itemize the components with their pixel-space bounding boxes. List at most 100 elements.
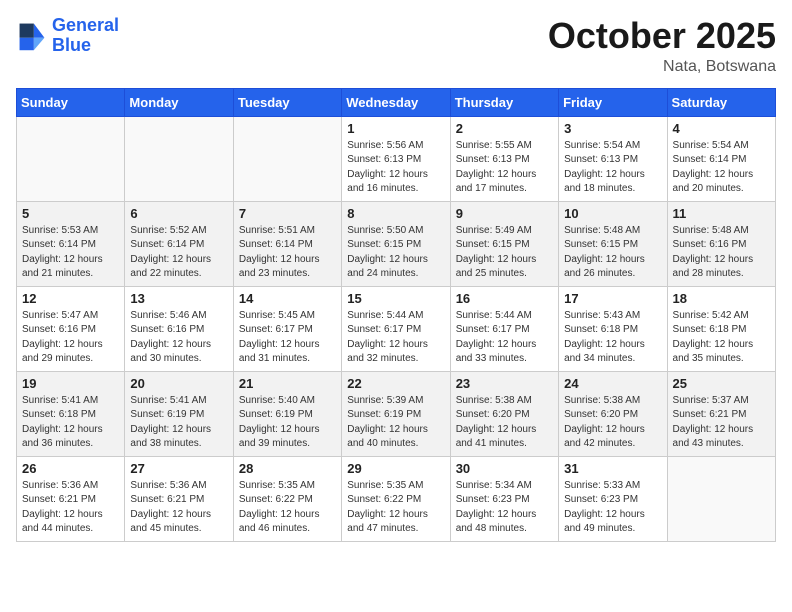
day-info: Sunrise: 5:53 AM Sunset: 6:14 PM Dayligh…: [22, 224, 119, 282]
day-number: 22: [347, 376, 444, 391]
weekday-header-monday: Monday: [125, 88, 233, 116]
day-number: 18: [673, 291, 770, 306]
calendar-cell: 2 Sunrise: 5:55 AM Sunset: 6:13 PM Daylig…: [450, 116, 558, 201]
calendar-cell: 11 Sunrise: 5:48 AM Sunset: 6:16 PM Dayli…: [667, 201, 775, 286]
day-info: Sunrise: 5:54 AM Sunset: 6:14 PM Dayligh…: [673, 139, 770, 197]
day-info: Sunrise: 5:34 AM Sunset: 6:23 PM Dayligh…: [456, 479, 553, 537]
day-number: 3: [564, 121, 661, 136]
day-info: Sunrise: 5:45 AM Sunset: 6:17 PM Dayligh…: [239, 309, 336, 367]
weekday-header-saturday: Saturday: [667, 88, 775, 116]
calendar-cell: 12Sunrise: 5:47 AM Sunset: 6:16 PM Dayli…: [17, 286, 125, 371]
calendar-cell: 18 Sunrise: 5:42 AM Sunset: 6:18 PM Dayli…: [667, 286, 775, 371]
calendar-week-row: 26 Sunrise: 5:36 AM Sunset: 6:21 PM Dayli…: [17, 456, 776, 541]
calendar-cell: 1Sunrise: 5:56 AM Sunset: 6:13 PM Daylig…: [342, 116, 450, 201]
calendar-week-row: 19 Sunrise: 5:41 AM Sunset: 6:18 PM Dayli…: [17, 371, 776, 456]
day-info: Sunrise: 5:55 AM Sunset: 6:13 PM Dayligh…: [456, 139, 553, 197]
calendar-cell: 30 Sunrise: 5:34 AM Sunset: 6:23 PM Dayli…: [450, 456, 558, 541]
calendar-cell: 19 Sunrise: 5:41 AM Sunset: 6:18 PM Dayli…: [17, 371, 125, 456]
calendar-week-row: 1Sunrise: 5:56 AM Sunset: 6:13 PM Daylig…: [17, 116, 776, 201]
weekday-header-thursday: Thursday: [450, 88, 558, 116]
calendar-cell: [125, 116, 233, 201]
logo-icon: [16, 20, 48, 52]
day-info: Sunrise: 5:46 AM Sunset: 6:16 PM Dayligh…: [130, 309, 227, 367]
calendar-cell: 15 Sunrise: 5:44 AM Sunset: 6:17 PM Dayli…: [342, 286, 450, 371]
title-block: October 2025 Nata, Botswana: [548, 16, 776, 76]
day-info: Sunrise: 5:54 AM Sunset: 6:13 PM Dayligh…: [564, 139, 661, 197]
day-info: Sunrise: 5:41 AM Sunset: 6:18 PM Dayligh…: [22, 394, 119, 452]
day-info: Sunrise: 5:51 AM Sunset: 6:14 PM Dayligh…: [239, 224, 336, 282]
calendar-cell: [233, 116, 341, 201]
day-number: 15: [347, 291, 444, 306]
calendar-cell: 20 Sunrise: 5:41 AM Sunset: 6:19 PM Dayli…: [125, 371, 233, 456]
calendar-cell: 8 Sunrise: 5:50 AM Sunset: 6:15 PM Daylig…: [342, 201, 450, 286]
day-info: Sunrise: 5:35 AM Sunset: 6:22 PM Dayligh…: [347, 479, 444, 537]
calendar-cell: 7 Sunrise: 5:51 AM Sunset: 6:14 PM Daylig…: [233, 201, 341, 286]
weekday-header-wednesday: Wednesday: [342, 88, 450, 116]
day-info: Sunrise: 5:37 AM Sunset: 6:21 PM Dayligh…: [673, 394, 770, 452]
day-info: Sunrise: 5:36 AM Sunset: 6:21 PM Dayligh…: [22, 479, 119, 537]
calendar-cell: 31 Sunrise: 5:33 AM Sunset: 6:23 PM Dayli…: [559, 456, 667, 541]
day-info: Sunrise: 5:39 AM Sunset: 6:19 PM Dayligh…: [347, 394, 444, 452]
day-info: Sunrise: 5:35 AM Sunset: 6:22 PM Dayligh…: [239, 479, 336, 537]
calendar-cell: 10Sunrise: 5:48 AM Sunset: 6:15 PM Dayli…: [559, 201, 667, 286]
day-info: Sunrise: 5:48 AM Sunset: 6:15 PM Dayligh…: [564, 224, 661, 282]
day-number: 21: [239, 376, 336, 391]
day-info: Sunrise: 5:56 AM Sunset: 6:13 PM Dayligh…: [347, 139, 444, 197]
day-info: Sunrise: 5:40 AM Sunset: 6:19 PM Dayligh…: [239, 394, 336, 452]
calendar-cell: 28Sunrise: 5:35 AM Sunset: 6:22 PM Dayli…: [233, 456, 341, 541]
day-info: Sunrise: 5:41 AM Sunset: 6:19 PM Dayligh…: [130, 394, 227, 452]
calendar-cell: 24 Sunrise: 5:38 AM Sunset: 6:20 PM Dayli…: [559, 371, 667, 456]
day-number: 13: [130, 291, 227, 306]
logo: General Blue: [16, 16, 119, 56]
calendar-cell: [17, 116, 125, 201]
calendar-cell: 25 Sunrise: 5:37 AM Sunset: 6:21 PM Dayli…: [667, 371, 775, 456]
day-info: Sunrise: 5:52 AM Sunset: 6:14 PM Dayligh…: [130, 224, 227, 282]
day-number: 27: [130, 461, 227, 476]
day-number: 29: [347, 461, 444, 476]
day-number: 11: [673, 206, 770, 221]
day-number: 30: [456, 461, 553, 476]
day-number: 6: [130, 206, 227, 221]
calendar-cell: 13 Sunrise: 5:46 AM Sunset: 6:16 PM Dayli…: [125, 286, 233, 371]
calendar-cell: 14 Sunrise: 5:45 AM Sunset: 6:17 PM Dayli…: [233, 286, 341, 371]
day-info: Sunrise: 5:38 AM Sunset: 6:20 PM Dayligh…: [456, 394, 553, 452]
calendar-cell: 21 Sunrise: 5:40 AM Sunset: 6:19 PM Dayli…: [233, 371, 341, 456]
calendar-cell: 17Sunrise: 5:43 AM Sunset: 6:18 PM Dayli…: [559, 286, 667, 371]
location: Nata, Botswana: [548, 58, 776, 76]
day-info: Sunrise: 5:44 AM Sunset: 6:17 PM Dayligh…: [347, 309, 444, 367]
page-header: General Blue October 2025 Nata, Botswana: [16, 16, 776, 76]
day-info: Sunrise: 5:42 AM Sunset: 6:18 PM Dayligh…: [673, 309, 770, 367]
calendar-cell: 3 Sunrise: 5:54 AM Sunset: 6:13 PM Daylig…: [559, 116, 667, 201]
day-number: 25: [673, 376, 770, 391]
day-number: 8: [347, 206, 444, 221]
day-number: 14: [239, 291, 336, 306]
calendar-cell: 9Sunrise: 5:49 AM Sunset: 6:15 PM Daylig…: [450, 201, 558, 286]
day-number: 31: [564, 461, 661, 476]
weekday-header-tuesday: Tuesday: [233, 88, 341, 116]
calendar-cell: [667, 456, 775, 541]
day-info: Sunrise: 5:44 AM Sunset: 6:17 PM Dayligh…: [456, 309, 553, 367]
calendar-week-row: 12Sunrise: 5:47 AM Sunset: 6:16 PM Dayli…: [17, 286, 776, 371]
day-info: Sunrise: 5:47 AM Sunset: 6:16 PM Dayligh…: [22, 309, 119, 367]
day-number: 19: [22, 376, 119, 391]
day-number: 17: [564, 291, 661, 306]
day-number: 9: [456, 206, 553, 221]
day-number: 26: [22, 461, 119, 476]
day-number: 23: [456, 376, 553, 391]
day-number: 5: [22, 206, 119, 221]
month-title: October 2025: [548, 16, 776, 56]
day-info: Sunrise: 5:50 AM Sunset: 6:15 PM Dayligh…: [347, 224, 444, 282]
day-number: 24: [564, 376, 661, 391]
calendar-table: SundayMondayTuesdayWednesdayThursdayFrid…: [16, 88, 776, 542]
day-number: 7: [239, 206, 336, 221]
day-number: 4: [673, 121, 770, 136]
day-number: 20: [130, 376, 227, 391]
day-number: 2: [456, 121, 553, 136]
day-info: Sunrise: 5:33 AM Sunset: 6:23 PM Dayligh…: [564, 479, 661, 537]
calendar-cell: 26 Sunrise: 5:36 AM Sunset: 6:21 PM Dayli…: [17, 456, 125, 541]
day-info: Sunrise: 5:38 AM Sunset: 6:20 PM Dayligh…: [564, 394, 661, 452]
logo-text: General Blue: [52, 16, 119, 56]
day-info: Sunrise: 5:48 AM Sunset: 6:16 PM Dayligh…: [673, 224, 770, 282]
calendar-cell: 23 Sunrise: 5:38 AM Sunset: 6:20 PM Dayli…: [450, 371, 558, 456]
weekday-header-row: SundayMondayTuesdayWednesdayThursdayFrid…: [17, 88, 776, 116]
